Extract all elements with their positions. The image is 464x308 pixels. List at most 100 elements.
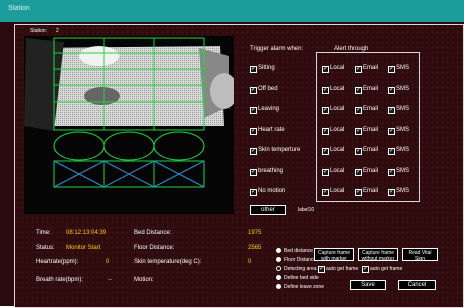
sms-alert-label: SMS [396,106,410,112]
status-label: Status: [36,245,55,251]
save-button[interactable]: Save [350,280,386,290]
local-alert-label: Local [330,147,345,153]
email-alert-label: Email [363,65,379,71]
mode-radio-label: Bed distance [284,248,313,254]
sms-alert-label: SMS [396,147,410,153]
condition-label: Off bed [258,86,278,92]
local-alert-label: Local [330,106,345,112]
sms-alert-label: SMS [396,127,410,133]
trigger-heading: Trigger alarm when: [250,46,304,52]
email-alert-label: Email [363,168,379,174]
email-alert-label: Email [363,86,379,92]
title-bar: Station [0,0,464,22]
condition-label: Leaving [258,106,280,112]
local-alert-label: Local [330,127,345,133]
local-alert-label: Local [330,65,345,71]
motion-label: Motion: [134,277,154,283]
auto-get-frame-checkbox-2[interactable] [362,265,369,273]
breath-label: Breath rate(bpm): [36,277,84,283]
floor-distance-label: Floor Distance: [134,245,175,251]
email-alert-checkbox[interactable] [355,106,362,114]
cancel-button[interactable]: Cancel [398,280,436,290]
condition-label: Heart rate [258,127,285,133]
local-alert-label: Local [330,86,345,92]
capture-without-marker-button[interactable]: Capture frame without marker [358,248,398,262]
email-alert-label: Email [363,188,379,194]
app-window: Station Station: 2 Trigger alarm when: A… [0,0,464,308]
skin-temp-label: Skin temperature(deg C): [134,259,202,265]
local-alert-checkbox[interactable] [322,147,329,155]
sms-alert-checkbox[interactable] [388,147,395,155]
condition-label: Skin temperture [258,147,301,153]
heartrate-value: 0 [106,259,110,265]
sms-alert-checkbox[interactable] [388,188,395,196]
sms-alert-label: SMS [396,65,410,71]
mode-radio-label: Detecting area [284,266,317,272]
email-alert-label: Email [363,147,379,153]
email-alert-checkbox[interactable] [355,127,362,135]
auto-get-frame-checkbox-1[interactable] [318,265,325,273]
local-alert-checkbox[interactable] [322,168,329,176]
mode-radio[interactable] [276,266,281,271]
local-alert-label: Local [330,188,345,194]
sms-alert-checkbox[interactable] [388,168,395,176]
local-alert-checkbox[interactable] [322,65,329,73]
local-alert-label: Local [330,168,345,174]
read-vital-sign-button[interactable]: Read Vital Sign [402,248,438,262]
email-alert-checkbox[interactable] [355,188,362,196]
sms-alert-checkbox[interactable] [388,127,395,135]
heartrate-label: Heartrate(ppm): [36,259,79,265]
mode-radio-label: Define bed side [284,275,319,281]
skin-temp-value: 0 [248,259,252,265]
sms-alert-checkbox[interactable] [388,65,395,73]
email-alert-checkbox[interactable] [355,65,362,73]
time-value: 08:12:13:04:39 [66,230,107,236]
breath-value: -- [108,277,112,283]
condition-label: No motion [258,188,286,194]
station-label: Station: [30,28,47,34]
condition-checkbox[interactable] [250,127,257,135]
condition-checkbox[interactable] [250,188,257,196]
bed-distance-label: Bed Distance: [134,230,172,236]
email-alert-label: Email [363,106,379,112]
email-alert-checkbox[interactable] [355,86,362,94]
label10: label10 [298,207,315,213]
local-alert-checkbox[interactable] [322,106,329,114]
camera-image [24,36,234,214]
station-value: 2 [56,28,59,34]
mode-radio-label: Floor Distance [284,257,317,263]
condition-checkbox[interactable] [250,147,257,155]
local-alert-checkbox[interactable] [322,127,329,135]
condition-checkbox[interactable] [250,168,257,176]
floor-distance-value: 2565 [248,245,262,251]
email-alert-label: Email [363,127,379,133]
auto-get-frame-label-1: auto get frame [326,266,359,272]
bed-distance-value: 1975 [248,230,262,236]
window-title: Station [8,5,30,12]
email-alert-checkbox[interactable] [355,147,362,155]
other-button[interactable]: other [250,205,286,215]
camera-view[interactable] [24,36,234,214]
sms-alert-label: SMS [396,188,410,194]
status-value: Monitor Start [66,245,101,251]
time-label: Time: [36,230,51,236]
local-alert-checkbox[interactable] [322,188,329,196]
mode-radio[interactable] [276,284,281,289]
sms-alert-label: SMS [396,168,410,174]
sms-alert-checkbox[interactable] [388,86,395,94]
mode-radio[interactable] [276,257,281,262]
capture-with-marker-button[interactable]: Capture frame with marker [314,248,354,262]
condition-checkbox[interactable] [250,86,257,94]
condition-checkbox[interactable] [250,65,257,73]
mode-radio[interactable] [276,248,281,253]
auto-get-frame-label-2: auto get frame [370,266,403,272]
sms-alert-checkbox[interactable] [388,106,395,114]
mode-radio-label: Define leave zone [284,284,325,290]
email-alert-checkbox[interactable] [355,168,362,176]
condition-label: breathing [258,168,284,174]
local-alert-checkbox[interactable] [322,86,329,94]
sms-alert-label: SMS [396,86,410,92]
condition-checkbox[interactable] [250,106,257,114]
condition-label: Sitting [258,65,275,71]
mode-radio[interactable] [276,275,281,280]
